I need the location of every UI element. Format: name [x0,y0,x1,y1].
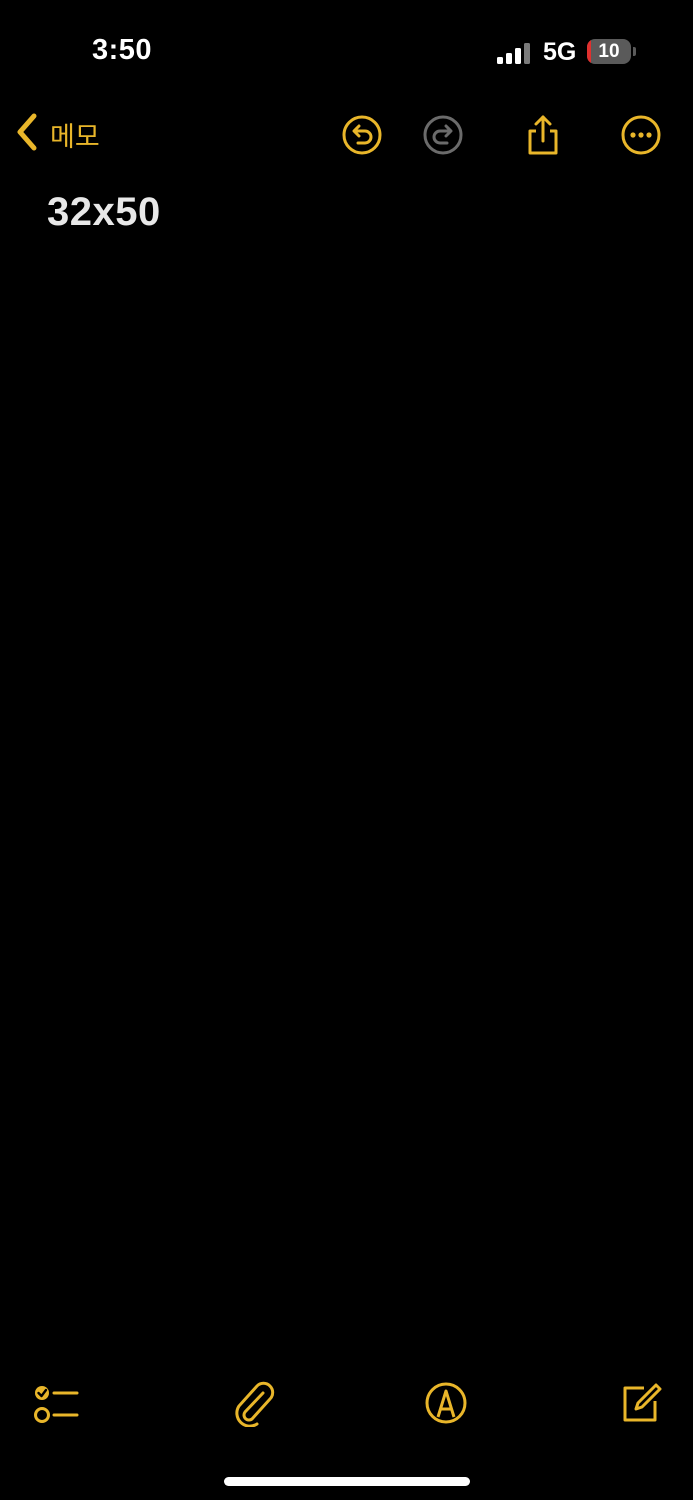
paperclip-icon [235,1381,275,1428]
battery-icon: 10 [587,39,631,64]
share-icon [528,115,558,155]
more-icon [621,115,661,155]
nav-bar: 메모 [0,100,693,170]
undo-button[interactable] [340,113,384,157]
redo-button[interactable] [421,113,465,157]
compose-icon [623,1383,662,1422]
bottom-toolbar [0,1375,693,1435]
markup-button[interactable] [422,1379,470,1427]
battery-level: 10 [598,41,620,62]
checklist-button[interactable] [32,1379,80,1427]
more-button[interactable] [619,113,663,157]
battery-cap [633,47,636,56]
back-label: 메모 [50,121,100,153]
home-indicator[interactable] [224,1477,470,1486]
markup-icon [425,1382,467,1424]
notes-screen: 3:50 5G 10 메모 32x50 [0,0,693,1500]
cellular-signal-icon [497,42,531,64]
back-button[interactable]: 메모 [14,110,100,158]
network-type: 5G [543,38,577,66]
share-button[interactable] [521,113,565,157]
chevron-left-icon [14,112,40,157]
note-title[interactable]: 32x50 [47,190,647,235]
status-time: 3:50 [92,34,153,66]
undo-icon [342,115,382,155]
redo-icon [423,115,463,155]
status-bar: 3:50 5G 10 [0,0,693,100]
note-body[interactable]: 32x50 [47,190,647,235]
attachment-button[interactable] [230,1379,278,1428]
checklist-icon [34,1386,79,1423]
compose-button[interactable] [618,1379,666,1427]
